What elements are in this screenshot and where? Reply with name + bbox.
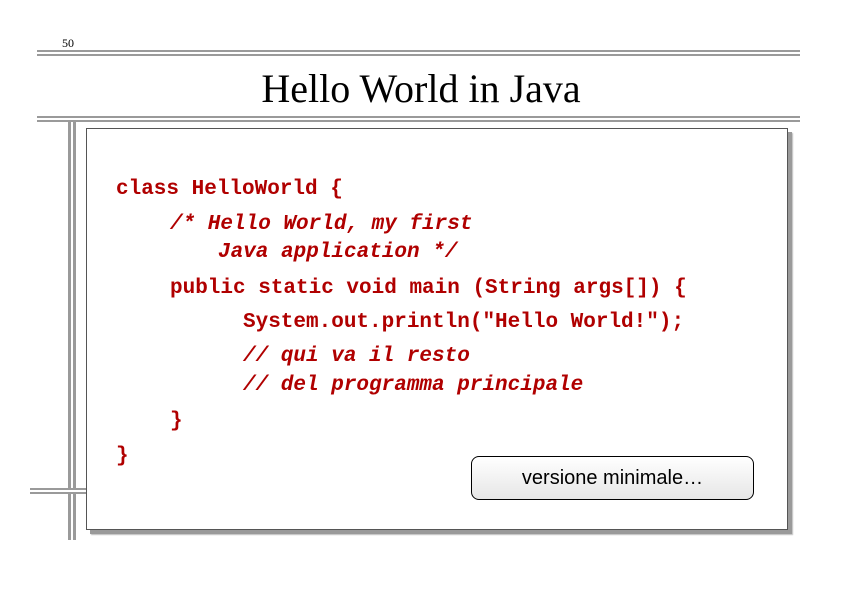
code-line-comment-3: // qui va il resto (243, 345, 470, 368)
code-line-comment-2: Java application */ (218, 241, 458, 264)
left-horizontal-stub (30, 488, 88, 495)
code-line-close-class: } (116, 445, 129, 468)
top-rule (37, 50, 800, 57)
title-underline-rule (37, 116, 800, 123)
code-line-class-decl: class HelloWorld { (116, 178, 343, 201)
code-line-comment-4: // del programma principale (243, 374, 584, 397)
code-line-comment-1: /* Hello World, my first (170, 213, 473, 236)
code-line-println: System.out.println("Hello World!"); (243, 311, 685, 334)
code-line-main-decl: public static void main (String args[]) … (170, 277, 687, 300)
page-number: 50 (62, 36, 74, 50)
left-vertical-rule (68, 122, 76, 540)
code-line-close-main: } (170, 410, 183, 433)
callout-box: versione minimale… (471, 456, 754, 500)
slide-title: Hello World in Java (261, 66, 581, 111)
